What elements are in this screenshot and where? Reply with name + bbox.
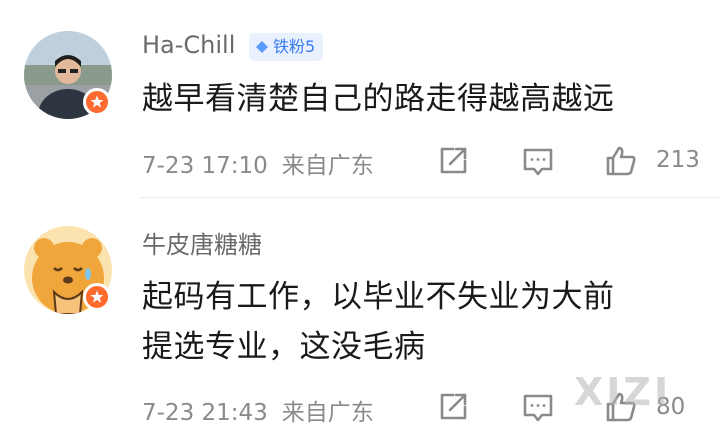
comment-text: 起码有工作，以毕业不失业为大前 提选专业，这没毛病 [142,272,615,372]
comment-date: 7-23 17:10 [142,153,268,179]
fan-level-label: 铁粉5 [273,37,316,56]
share-icon [440,393,467,420]
comment-text-line: 提选专业，这没毛病 [142,329,426,365]
diamond-icon [256,41,268,53]
comment-item: Ha-Chill 铁粉5 越早看清楚自己的路走得越高越远 7-23 17:10 来… [0,0,720,197]
share-button[interactable] [436,390,470,424]
comment-icon [523,394,553,422]
comment-text-line: 越早看清楚自己的路走得越高越远 [142,81,615,117]
like-count: 213 [656,147,700,173]
username[interactable]: 牛皮唐糖糖 [142,225,262,260]
comment-text: 越早看清楚自己的路走得越高越远 [142,74,615,124]
watermark: XIZI [574,370,672,414]
share-button[interactable] [436,144,470,178]
reply-button[interactable] [521,144,555,178]
thumbs-up-icon [606,146,636,176]
comment-text-line: 起码有工作，以毕业不失业为大前 [142,279,615,315]
comment-location: 来自广东 [281,153,374,179]
verified-badge-icon [83,88,111,116]
reply-button[interactable] [521,390,555,424]
comment-meta: 7-23 17:10 来自广东 [142,146,374,180]
verified-badge-icon [83,283,111,311]
comment-icon [523,148,553,176]
comment-date: 7-23 21:43 [142,400,268,426]
username[interactable]: Ha-Chill [142,31,235,59]
fan-level-badge[interactable]: 铁粉5 [249,33,324,61]
comment-meta: 7-23 21:43 来自广东 [142,393,374,427]
like-button[interactable] [604,144,638,178]
share-icon [440,147,467,174]
comment-location: 来自广东 [281,400,374,426]
